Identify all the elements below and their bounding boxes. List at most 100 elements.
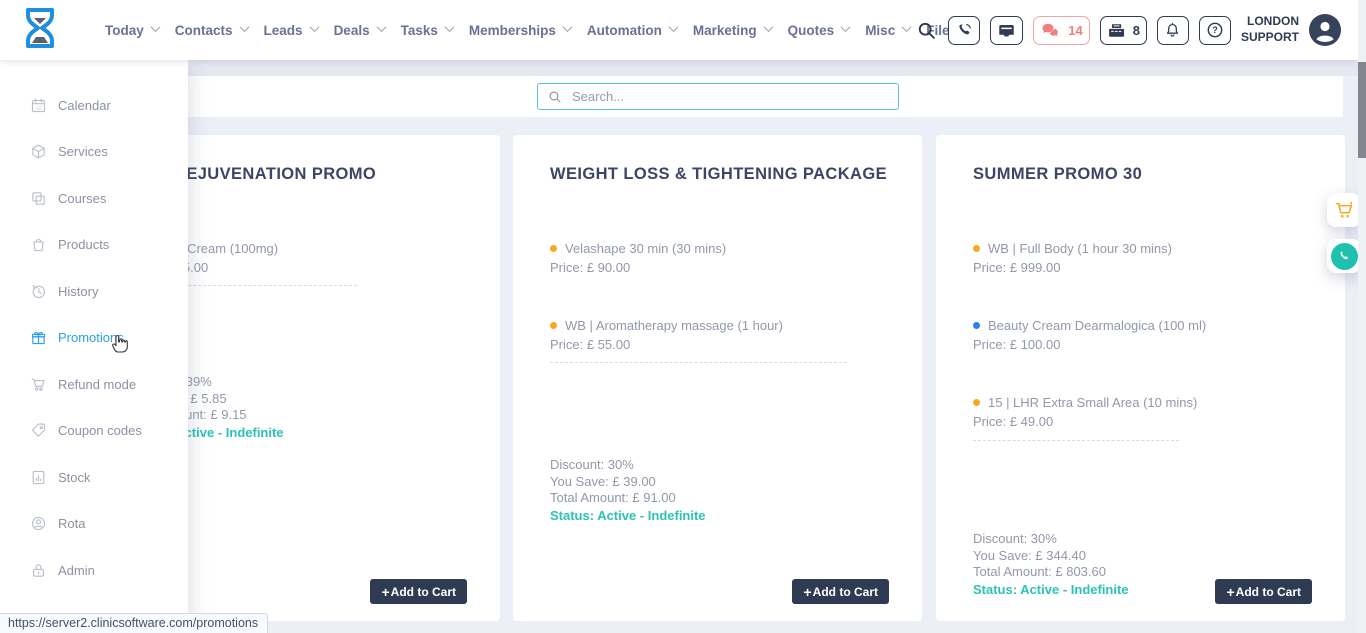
nav-item-label: Quotes	[788, 23, 835, 38]
promo-item: WB | Full Body (1 hour 30 mins) Price: £…	[973, 235, 1317, 312]
chevron-down-icon	[376, 22, 386, 32]
sidebar-item-admin[interactable]: Admin	[0, 547, 188, 594]
nav-item[interactable]: Misc	[865, 23, 910, 38]
promo-item: WB | Aromatherapy massage (1 hour) Price…	[550, 312, 894, 389]
chevron-down-icon	[150, 22, 160, 32]
status-line: Status: Active - Indefinite	[973, 582, 1129, 599]
nav-item[interactable]: Today	[105, 23, 159, 38]
promo-items-list: Velashape 30 min (30 mins) Price: £ 90.0…	[550, 235, 894, 389]
promo-item: Velashape 30 min (30 mins) Price: £ 90.0…	[550, 235, 894, 312]
chevron-down-icon	[668, 22, 678, 32]
lock-icon	[30, 562, 47, 579]
chevron-down-icon	[239, 22, 249, 32]
floating-cart-button[interactable]	[1327, 193, 1361, 227]
stock-chart-icon	[30, 469, 47, 486]
help-button[interactable]: ?	[1199, 16, 1231, 45]
hand-cursor-icon	[111, 333, 128, 353]
promo-item: 15 | LHR Extra Small Area (10 mins) Pric…	[973, 389, 1317, 466]
nav-item[interactable]: Automation	[587, 23, 677, 38]
floating-whatsapp-button[interactable]	[1327, 239, 1361, 273]
person-circle-icon	[30, 515, 47, 532]
sidebar-item-calendar[interactable]: Calendar	[0, 82, 188, 129]
sidebar-item-history[interactable]: History	[0, 268, 188, 315]
chat-count-badge: 14	[1068, 23, 1082, 38]
nav-item-label: Marketing	[693, 23, 757, 38]
sidebar-item-products[interactable]: Products	[0, 222, 188, 269]
chevron-down-icon	[562, 22, 572, 32]
calendar-icon	[30, 97, 47, 114]
content-top-band	[0, 60, 1358, 76]
search-input-wrapper[interactable]	[537, 83, 899, 110]
sidebar-item-coupon-codes[interactable]: Coupon codes	[0, 408, 188, 455]
nav-item[interactable]: Deals	[334, 23, 385, 38]
header-actions: 14 8 ? LONDON SUPPORT	[917, 0, 1341, 60]
nav-item[interactable]: Quotes	[788, 23, 850, 38]
sidebar-item-label: Products	[58, 237, 109, 252]
item-name: 15 | LHR Extra Small Area (10 mins)	[988, 395, 1197, 410]
sidebar-item-promotions[interactable]: Promotions	[0, 315, 188, 362]
sidebar-item-services[interactable]: Services	[0, 129, 188, 176]
add-to-cart-button[interactable]: +Add to Cart	[1215, 579, 1312, 604]
whatsapp-phone-icon	[1331, 243, 1358, 270]
status-line: Status: Active - Indefinite	[550, 508, 706, 525]
gift-icon	[30, 329, 47, 346]
sidebar-item-stock[interactable]: Stock	[0, 454, 188, 501]
inbox-icon	[997, 22, 1016, 39]
discount-line: Discount: 30%	[973, 531, 1129, 548]
add-to-cart-label: Add to Cart	[813, 585, 878, 599]
account-line2: SUPPORT	[1241, 30, 1299, 46]
main-nav: Today Contacts Leads Deals Tasks	[105, 0, 957, 60]
user-icon	[1309, 14, 1341, 46]
sidebar-item-rota[interactable]: Rota	[0, 501, 188, 548]
add-to-cart-label: Add to Cart	[391, 585, 456, 599]
clinicsoftware-logo[interactable]	[20, 7, 60, 53]
cart-icon	[1334, 200, 1354, 220]
nav-item[interactable]: Leads	[264, 23, 318, 38]
pos-button[interactable]: 8	[1100, 16, 1147, 45]
nav-item-label: Today	[105, 23, 144, 38]
phone-button[interactable]	[948, 16, 980, 45]
sidebar-item-refund-mode[interactable]: Refund mode	[0, 361, 188, 408]
plus-icon: +	[381, 584, 389, 600]
cart-icon	[30, 376, 47, 393]
item-name: Velashape 30 min (30 mins)	[565, 241, 726, 256]
search-icon[interactable]	[917, 21, 936, 40]
basket-icon	[30, 236, 47, 253]
nav-item-label: Deals	[334, 23, 370, 38]
sidebar-item-label: Rota	[58, 516, 85, 531]
nav-item-label: Misc	[865, 23, 895, 38]
nav-item[interactable]: Marketing	[693, 23, 772, 38]
account-line1: LONDON	[1241, 14, 1299, 30]
item-price: Price: £ 49.00	[973, 414, 1317, 429]
promo-card: WEIGHT LOSS & TIGHTENING PACKAGE Velasha…	[513, 135, 922, 621]
bullet-icon	[973, 322, 980, 329]
bullet-icon	[973, 399, 980, 406]
add-to-cart-button[interactable]: +Add to Cart	[370, 579, 467, 604]
promo-item: Beauty Cream Dearmalogica (100 ml) Price…	[973, 312, 1317, 389]
avatar[interactable]	[1309, 14, 1341, 46]
chat-button[interactable]: 14	[1033, 16, 1089, 45]
bullet-icon	[973, 245, 980, 252]
nav-item[interactable]: Tasks	[401, 23, 453, 38]
promo-summary: Discount: 30% You Save: £ 344.40 Total A…	[973, 531, 1129, 598]
nav-item[interactable]: Contacts	[175, 23, 248, 38]
add-to-cart-button[interactable]: +Add to Cart	[792, 579, 889, 604]
promo-card: SUMMER PROMO 30 WB | Full Body (1 hour 3…	[936, 135, 1345, 621]
search-input[interactable]	[570, 88, 888, 105]
inbox-button[interactable]	[990, 16, 1023, 45]
sidebar-item-courses[interactable]: Courses	[0, 175, 188, 222]
chevron-down-icon	[444, 22, 454, 32]
scrollbar-track[interactable]	[1358, 0, 1366, 633]
help-icon: ?	[1206, 21, 1224, 39]
promo-items-list: WB | Full Body (1 hour 30 mins) Price: £…	[973, 235, 1317, 466]
you-save-line: You Save: £ 344.40	[973, 548, 1129, 565]
svg-text:?: ?	[1212, 25, 1218, 35]
nav-item[interactable]: Memberships	[469, 23, 571, 38]
scrollbar-thumb[interactable]	[1358, 62, 1366, 158]
chevron-down-icon	[763, 22, 773, 32]
sidebar-item-label: History	[58, 284, 98, 299]
plus-icon: +	[803, 584, 811, 600]
item-name: WB | Full Body (1 hour 30 mins)	[988, 241, 1172, 256]
notifications-button[interactable]	[1157, 16, 1189, 45]
bullet-icon	[550, 245, 557, 252]
